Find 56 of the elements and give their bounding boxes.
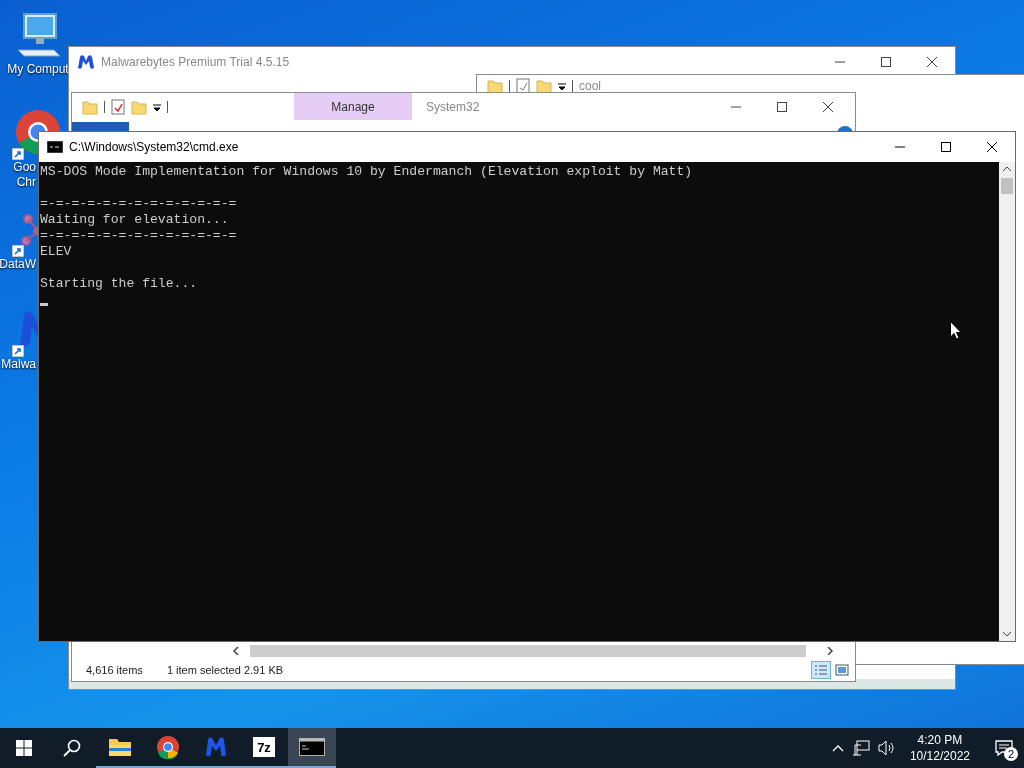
search-icon	[63, 739, 81, 757]
maximize-icon	[941, 141, 951, 152]
chevron-up-icon[interactable]	[831, 744, 844, 752]
terminal-icon	[299, 738, 325, 756]
folder-icon	[536, 78, 552, 94]
properties-icon	[111, 98, 125, 115]
terminal-line: MS-DOS Mode Implementation for Windows 10 by Endermanch (Elevation exploit by Matt)	[40, 164, 694, 180]
window-title: System32	[426, 99, 480, 114]
windows-logo-icon	[16, 740, 32, 756]
terminal-line: =-=-=-=-=-=-=-=-=-=-=-=-=	[40, 228, 238, 244]
close-icon	[823, 101, 833, 112]
terminal-line: ELEV	[40, 244, 73, 260]
window-title: C:\Windows\System32\cmd.exe	[69, 139, 239, 154]
ribbon-tab[interactable]: Manage	[294, 93, 412, 120]
network-icon[interactable]	[851, 740, 870, 756]
clock-date[interactable]: 10/12/2022	[909, 748, 970, 764]
mouse-pointer-icon	[950, 321, 962, 340]
folder-icon	[487, 78, 503, 94]
dropdown-icon	[558, 82, 566, 90]
scrollbar-thumb[interactable]	[1001, 178, 1013, 194]
notification-count-badge: 2	[1004, 747, 1018, 761]
notifications-icon[interactable]	[995, 740, 1013, 756]
malwarebytes-icon	[77, 53, 95, 71]
status-text: 1 item selected 2.91 KB	[166, 664, 284, 676]
desktop-icon-label[interactable]: DataW	[0, 257, 36, 272]
window-title: Malwarebytes Premium Trial 4.5.15	[101, 55, 290, 69]
maximize-icon	[777, 101, 787, 112]
desktop-icon-label[interactable]: Chr	[16, 175, 36, 190]
malwarebytes-icon	[204, 735, 228, 759]
close-icon	[987, 141, 997, 152]
clock-time[interactable]: 4:20 PM	[917, 732, 963, 748]
terminal-line: Waiting for elevation...	[40, 212, 230, 228]
folder-icon	[131, 98, 147, 115]
status-text: 4,616 items	[86, 664, 143, 676]
folder-icon	[108, 737, 132, 757]
window-title: cool	[579, 79, 601, 93]
maximize-icon	[881, 57, 891, 67]
desktop-icon-label[interactable]: Goo	[13, 160, 36, 175]
desktop-icon-label[interactable]: My Comput	[7, 62, 69, 77]
folder-icon	[82, 98, 98, 115]
volume-icon[interactable]	[877, 740, 896, 756]
scroll-up-icon	[1003, 166, 1011, 172]
scrollbar-thumb[interactable]	[250, 645, 806, 657]
close-icon	[927, 57, 937, 67]
chrome-icon	[156, 735, 180, 759]
dropdown-icon	[153, 102, 161, 111]
large-icons-view-icon[interactable]	[833, 661, 851, 679]
terminal-icon	[47, 140, 63, 153]
terminal-line: =-=-=-=-=-=-=-=-=-=-=-=-=	[40, 196, 238, 212]
vertical-scrollbar[interactable]	[999, 162, 1015, 641]
scroll-right-icon	[826, 646, 834, 655]
scroll-down-icon	[1003, 631, 1011, 637]
taskbar-app-button[interactable]	[288, 728, 336, 768]
scroll-left-icon	[232, 646, 240, 655]
desktop-icon-label[interactable]: Malwa	[1, 357, 36, 372]
terminal-line: Starting the file...	[40, 276, 199, 292]
